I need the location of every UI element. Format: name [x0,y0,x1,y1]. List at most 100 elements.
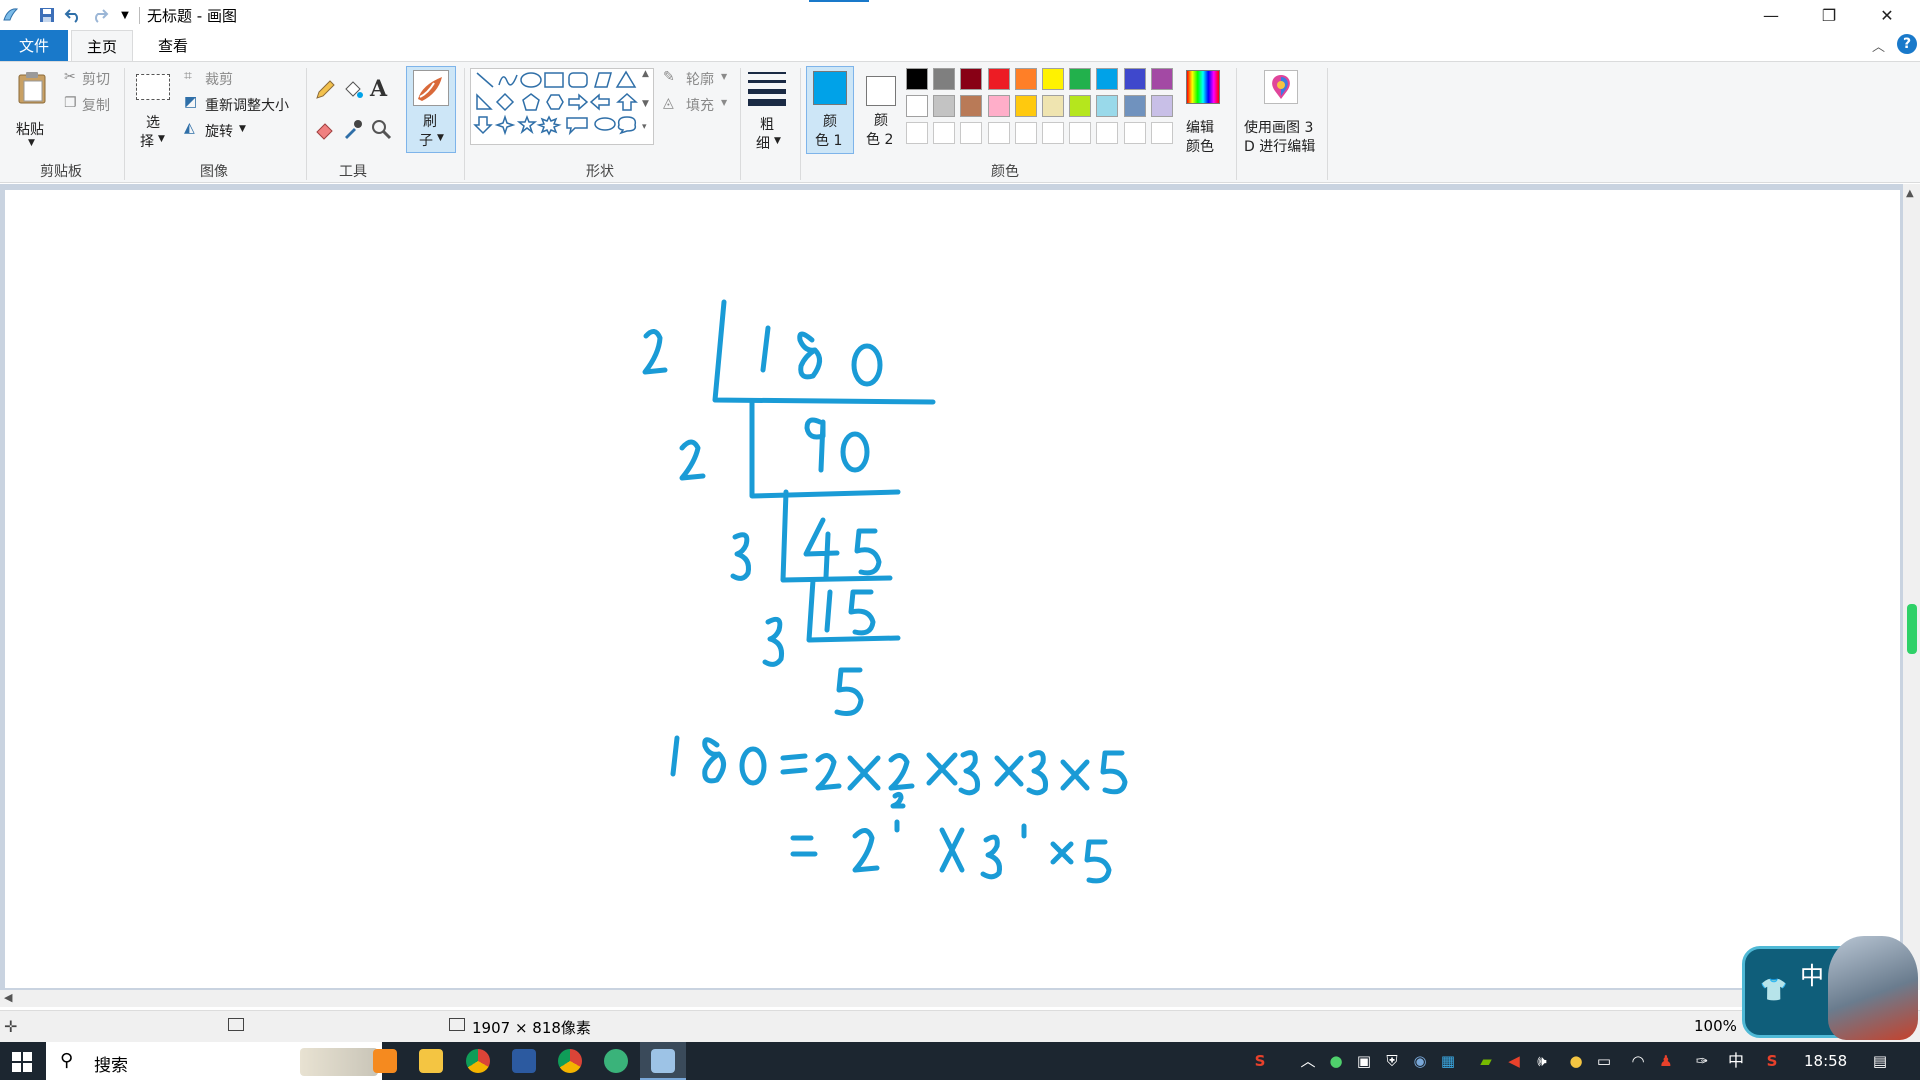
rotate-dropdown-icon[interactable]: ▼ [239,124,246,134]
palette-swatch[interactable] [1069,95,1091,117]
palette-swatch[interactable] [1015,95,1037,117]
cut-button[interactable]: 剪切 [82,69,110,89]
brushes-dropdown-icon[interactable]: ▼ [437,133,444,143]
edit-colors-button[interactable]: 编辑 颜色 [1180,66,1228,155]
tray-red-icon[interactable]: ◀ [1504,1051,1524,1071]
paste-button[interactable]: 粘贴 ▼ [12,68,52,148]
outline-dropdown-icon[interactable]: ▼ [721,72,727,81]
sogou-tray-icon[interactable]: S [1762,1051,1782,1071]
custom-color-slot[interactable] [1096,122,1118,144]
palette-swatch[interactable] [960,68,982,90]
outline-button[interactable]: 轮廓 [686,69,714,89]
ime-indicator[interactable]: 中 [1726,1051,1746,1071]
custom-color-slot[interactable] [1015,122,1037,144]
clock[interactable]: 18:58 [1804,1052,1847,1070]
redo-icon[interactable] [89,4,111,26]
tray-camera-icon[interactable]: ▣ [1354,1051,1374,1071]
vertical-scrollbar[interactable]: ▲ [1903,184,1920,990]
close-button[interactable]: ✕ [1858,0,1916,30]
restore-button[interactable]: ❐ [1800,0,1858,30]
brushes-button[interactable]: 刷 子 ▼ [406,66,456,153]
nvidia-icon[interactable]: ▰ [1476,1051,1496,1071]
tray-blue-app-icon[interactable]: ▦ [1438,1051,1458,1071]
resize-button[interactable]: 重新调整大小 [205,95,289,115]
paint-app-icon[interactable] [0,4,22,26]
file-explorer-icon[interactable] [419,1049,443,1073]
taskbar-paint-active[interactable] [640,1042,686,1080]
palette-swatch[interactable] [1096,95,1118,117]
minimize-button[interactable]: — [1742,0,1800,30]
tray-network-app-icon[interactable]: ◉ [1410,1051,1430,1071]
tab-file[interactable]: 文件 [0,30,68,61]
magnifier-icon[interactable] [370,118,392,140]
undo-icon[interactable] [62,4,84,26]
palette-swatch[interactable] [906,68,928,90]
custom-color-slot[interactable] [933,122,955,144]
action-center-icon[interactable]: ▤ [1870,1051,1890,1071]
custom-color-slot[interactable] [1124,122,1146,144]
scroll-left-icon[interactable]: ◀ [4,991,12,1004]
palette-swatch[interactable] [1096,68,1118,90]
select-dropdown-icon[interactable]: ▼ [158,134,165,144]
palette-swatch[interactable] [1042,95,1064,117]
tray-green-icon[interactable]: ● [1326,1051,1346,1071]
pen-icon[interactable]: ✑ [1692,1051,1712,1071]
taskbar-app-blue-icon[interactable] [512,1049,536,1073]
palette-swatch[interactable] [960,95,982,117]
customize-quick-access-icon[interactable]: ▼ [114,4,136,26]
horizontal-scrollbar[interactable]: ◀ [0,990,1903,1007]
custom-color-slot[interactable] [906,122,928,144]
palette-swatch[interactable] [1151,68,1173,90]
help-icon[interactable]: ? [1897,34,1917,54]
fill-dropdown-icon[interactable]: ▼ [721,98,727,107]
color-picker-icon[interactable] [342,118,364,140]
palette-swatch[interactable] [1042,68,1064,90]
palette-swatch[interactable] [988,95,1010,117]
palette-swatch[interactable] [933,95,955,117]
paste-dropdown-icon[interactable]: ▼ [28,138,35,148]
tab-home[interactable]: 主页 [71,30,133,61]
eraser-icon[interactable] [314,118,336,140]
shapes-expand-icon[interactable]: ▾ [642,122,647,132]
scroll-up-icon[interactable]: ▲ [1906,188,1914,199]
vertical-scroll-thumb[interactable] [1907,604,1917,654]
palette-swatch[interactable] [933,68,955,90]
taskbar-app-green-icon[interactable] [604,1049,628,1073]
qq-icon[interactable]: ♟ [1656,1051,1676,1071]
chrome-icon[interactable] [466,1049,490,1073]
custom-color-slot[interactable] [960,122,982,144]
custom-color-slot[interactable] [1151,122,1173,144]
custom-color-slot[interactable] [1069,122,1091,144]
shapes-gallery[interactable] [470,68,654,145]
shapes-scroll-down-icon[interactable]: ▼ [642,99,649,109]
taskbar-app-orange-icon[interactable] [373,1049,397,1073]
text-tool-icon[interactable]: A [370,76,392,102]
ime-floating-widget[interactable]: 👕 中 [1742,936,1920,1040]
palette-swatch[interactable] [988,68,1010,90]
chrome-icon-2[interactable] [558,1049,582,1073]
volume-icon[interactable]: 🕪 [1532,1051,1552,1071]
color1-button[interactable]: 颜 色 1 [806,66,854,154]
rotate-button[interactable]: 旋转 [205,121,233,141]
tray-yellow-icon[interactable]: ● [1566,1051,1586,1071]
pencil-icon[interactable] [314,79,336,101]
show-hidden-icons[interactable]: ︿ [1298,1051,1318,1071]
palette-swatch[interactable] [1124,95,1146,117]
palette-swatch[interactable] [1015,68,1037,90]
sogou-icon[interactable]: S [1250,1051,1270,1071]
select-button[interactable]: 选 择 ▼ [134,72,174,150]
collapse-ribbon-icon[interactable]: ︿ [1872,36,1885,55]
start-button[interactable] [12,1052,32,1076]
tray-shield-icon[interactable]: ⛨ [1382,1051,1402,1071]
palette-swatch[interactable] [1124,68,1146,90]
copy-button[interactable]: 复制 [82,95,110,115]
fill-bucket-icon[interactable] [342,79,364,101]
size-button[interactable]: 粗 细 ▼ [746,68,790,153]
save-icon[interactable] [36,4,58,26]
custom-color-slot[interactable] [988,122,1010,144]
color2-button[interactable]: 颜 色 2 [858,66,902,154]
paint3d-button[interactable]: 使用画图 3 D 进行编辑 [1240,66,1324,156]
tab-view[interactable]: 查看 [140,30,206,61]
shapes-scroll-up-icon[interactable]: ▲ [642,69,649,79]
drawing-canvas[interactable] [5,190,1900,988]
